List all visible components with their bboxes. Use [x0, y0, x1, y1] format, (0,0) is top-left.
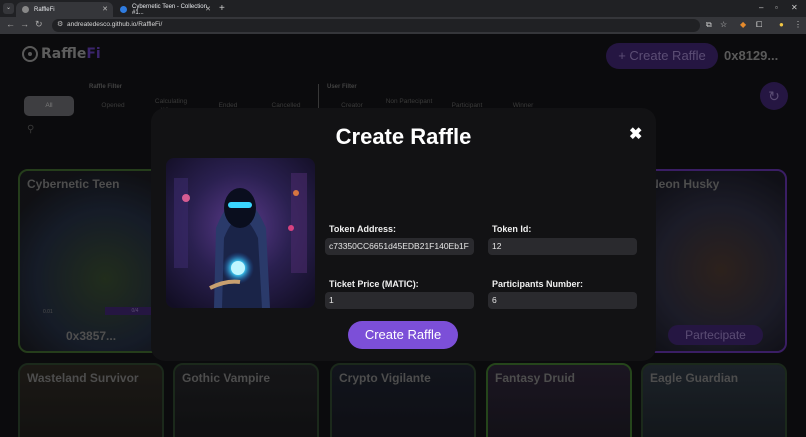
close-icon[interactable]: ✖: [629, 124, 642, 144]
page-content: RaffleFi + Create Raffle 0x8129... ↻ Raf…: [0, 34, 806, 437]
star-icon[interactable]: ☆: [720, 20, 727, 29]
tab-search-button[interactable]: ⌄: [3, 3, 14, 14]
extensions-icon[interactable]: ⧠: [756, 20, 762, 30]
tab-rafflefi[interactable]: RaffleFi ✕: [16, 2, 113, 17]
participants-number-input[interactable]: 6: [488, 292, 637, 309]
tab-title: RaffleFi: [34, 6, 55, 13]
tab-close-icon[interactable]: ✕: [102, 5, 108, 13]
forward-icon[interactable]: →: [20, 19, 29, 29]
ticket-price-label: Ticket Price (MATIC):: [329, 279, 419, 289]
ticket-price-input[interactable]: 1: [325, 292, 474, 309]
participants-number-label: Participants Number:: [492, 279, 584, 289]
close-window-icon[interactable]: ✕: [791, 3, 798, 12]
tab-favicon-icon: [22, 6, 29, 13]
nft-preview-image: [166, 158, 315, 308]
token-address-label: Token Address:: [329, 224, 397, 234]
maximize-icon[interactable]: ▫: [775, 3, 778, 12]
token-id-label: Token Id:: [492, 224, 532, 234]
tab-title: Cybernetic Teen - Collection #1...: [132, 3, 207, 16]
menu-icon[interactable]: ⋮: [794, 20, 802, 29]
modal-title: Create Raffle: [335, 124, 472, 149]
create-raffle-submit-button[interactable]: Create Raffle: [348, 321, 458, 349]
new-tab-button[interactable]: +: [219, 3, 225, 14]
tab-cybernetic-teen[interactable]: Cybernetic Teen - Collection #1... ✕: [114, 2, 216, 17]
back-icon[interactable]: ←: [6, 19, 15, 29]
profile-avatar[interactable]: ●: [779, 20, 784, 29]
minimize-icon[interactable]: –: [759, 3, 763, 12]
browser-tab-strip: ⌄ RaffleFi ✕ Cybernetic Teen - Collectio…: [0, 0, 806, 17]
token-address-input[interactable]: c73350CC6651d45EDB21F140Eb1F: [325, 238, 474, 255]
url-text: andreatedesco.github.io/RaffleFi/: [67, 21, 163, 28]
reload-icon[interactable]: ↻: [35, 19, 43, 30]
lock-icon: ⚙: [57, 21, 64, 28]
browser-toolbar: ← → ↻ ⚙ andreatedesco.github.io/RaffleFi…: [0, 17, 806, 34]
token-id-input[interactable]: 12: [488, 238, 637, 255]
create-raffle-modal: Create Raffle ✖ Token Address: c73350CC6…: [151, 108, 656, 361]
nft-artwork: [166, 158, 315, 308]
translate-icon[interactable]: ⧉: [706, 20, 712, 30]
tab-close-icon[interactable]: ✕: [205, 5, 211, 13]
metamask-icon[interactable]: ◆: [740, 20, 746, 29]
address-bar[interactable]: ⚙ andreatedesco.github.io/RaffleFi/: [52, 19, 700, 32]
tab-favicon-icon: [120, 6, 127, 13]
